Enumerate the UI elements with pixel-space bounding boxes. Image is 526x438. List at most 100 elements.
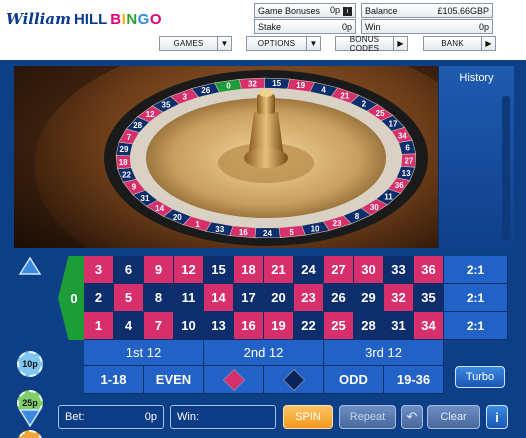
number-20[interactable]: 20 — [264, 284, 294, 312]
wheel-pocket-label: 13 — [402, 169, 411, 178]
bet-value: 0p — [144, 411, 157, 423]
chip-10p[interactable]: 10p — [17, 351, 43, 377]
turbo-button[interactable]: Turbo — [455, 366, 505, 388]
number-16[interactable]: 16 — [234, 312, 264, 340]
number-2[interactable]: 2 — [84, 284, 114, 312]
spindle-hub — [244, 148, 288, 168]
number-36[interactable]: 36 — [414, 256, 444, 284]
number-17[interactable]: 17 — [234, 284, 264, 312]
wheel-pocket-label: 25 — [376, 109, 385, 118]
undo-icon[interactable]: ↶ — [401, 405, 423, 429]
wheel-pocket-label: 26 — [201, 86, 210, 95]
number-29[interactable]: 29 — [354, 284, 384, 312]
chevron-down-icon: ▼ — [217, 37, 231, 50]
william-hill-bingo-logo[interactable]: William HILL BINGO — [6, 10, 162, 34]
wheel-pocket-label: 14 — [155, 204, 164, 213]
number-8[interactable]: 8 — [144, 284, 174, 312]
bonus-codes-button[interactable]: BONUS CODES ▶ — [335, 35, 408, 53]
wheel-pocket-label: 20 — [173, 213, 182, 222]
number-26[interactable]: 26 — [324, 284, 354, 312]
chip-down-arrow-icon[interactable] — [18, 408, 42, 428]
number-24[interactable]: 24 — [294, 256, 324, 284]
roulette-wheel-view: 0 32 15 19 4 21 2 25 17 34 6 27 13 36 11 30 8 23 10 5 24 16 33… — [14, 66, 438, 248]
chip-up-arrow-icon[interactable] — [18, 256, 42, 276]
options-label: OPTIONS — [257, 39, 296, 48]
number-1[interactable]: 1 — [84, 312, 114, 340]
number-33[interactable]: 33 — [384, 256, 414, 284]
win-field-label: Win: — [177, 411, 199, 423]
repeat-button[interactable]: Repeat — [339, 405, 396, 429]
wheel-pocket-label: 11 — [384, 193, 393, 202]
number-31[interactable]: 31 — [384, 312, 414, 340]
wheel-pocket-label: 24 — [263, 229, 272, 238]
column-bet-2[interactable]: 2:1 — [444, 284, 508, 312]
high-19-36-bet[interactable]: 19-36 — [384, 366, 444, 394]
game-bonuses-value: 0p — [329, 5, 340, 15]
wheel-pocket-label: 32 — [248, 79, 257, 88]
history-scrollbar[interactable] — [502, 96, 510, 240]
bank-button[interactable]: BANK ▶ — [423, 36, 496, 51]
wheel-pocket-label: 18 — [119, 158, 128, 167]
number-34[interactable]: 34 — [414, 312, 444, 340]
bank-label: BANK — [441, 39, 464, 48]
number-4[interactable]: 4 — [114, 312, 144, 340]
balance-value: £105.66GBP — [437, 5, 489, 16]
number-25[interactable]: 25 — [324, 312, 354, 340]
wheel-pocket-label: 4 — [321, 85, 326, 94]
wheel-pocket-label: 1 — [195, 220, 200, 229]
even-bet[interactable]: EVEN — [144, 366, 204, 394]
wheel-pocket-label: 8 — [355, 212, 360, 221]
wheel-pocket-label: 23 — [333, 219, 342, 228]
odd-bet[interactable]: ODD — [324, 366, 384, 394]
number-3[interactable]: 3 — [84, 256, 114, 284]
number-9[interactable]: 9 — [144, 256, 174, 284]
roulette-game-area: 0 32 15 19 4 21 2 25 17 34 6 27 13 36 11 30 8 23 10 5 24 16 33… — [0, 60, 526, 438]
number-32[interactable]: 32 — [384, 284, 414, 312]
dozen-bet-3[interactable]: 3rd 12 — [324, 340, 444, 366]
wheel-pocket-label: 30 — [370, 203, 379, 212]
roulette-wheel-svg: 0 32 15 19 421225173462713361130823105241633… — [34, 66, 438, 248]
info-icon[interactable]: i — [343, 7, 352, 16]
number-27[interactable]: 27 — [324, 256, 354, 284]
number-35[interactable]: 35 — [414, 284, 444, 312]
column-bet-1[interactable]: 2:1 — [444, 256, 508, 284]
number-23[interactable]: 23 — [294, 284, 324, 312]
low-1-18-bet[interactable]: 1-18 — [84, 366, 144, 394]
number-28[interactable]: 28 — [354, 312, 384, 340]
chip-50p[interactable]: 50p — [17, 430, 43, 438]
number-14[interactable]: 14 — [204, 284, 234, 312]
column-bet-3[interactable]: 2:1 — [444, 312, 508, 340]
black-bet[interactable] — [264, 366, 324, 394]
number-13[interactable]: 13 — [204, 312, 234, 340]
number-19[interactable]: 19 — [264, 312, 294, 340]
number-18[interactable]: 18 — [234, 256, 264, 284]
dozen-bet-2[interactable]: 2nd 12 — [204, 340, 324, 366]
wheel-pocket-label: 10 — [311, 224, 320, 233]
wheel-pocket-label: 21 — [340, 91, 349, 100]
spin-button[interactable]: SPIN — [283, 405, 333, 429]
wheel-pocket-label: 31 — [141, 194, 150, 203]
number-10[interactable]: 10 — [174, 312, 204, 340]
dozen-bet-1[interactable]: 1st 12 — [84, 340, 204, 366]
number-6[interactable]: 6 — [114, 256, 144, 284]
number-12[interactable]: 12 — [174, 256, 204, 284]
clear-button[interactable]: Clear — [427, 405, 480, 429]
wheel-pocket-label: 34 — [398, 131, 407, 140]
options-menu-button[interactable]: OPTIONS ▼ — [246, 36, 321, 51]
number-11[interactable]: 11 — [174, 284, 204, 312]
number-15[interactable]: 15 — [204, 256, 234, 284]
win-label: Win — [365, 21, 381, 32]
number-21[interactable]: 21 — [264, 256, 294, 284]
number-7[interactable]: 7 — [144, 312, 174, 340]
wheel-pocket-label: 3 — [182, 92, 187, 101]
games-menu-button[interactable]: GAMES ▼ — [159, 36, 232, 51]
number-0[interactable]: 0 — [58, 256, 84, 340]
number-5[interactable]: 5 — [114, 284, 144, 312]
number-30[interactable]: 30 — [354, 256, 384, 284]
number-22[interactable]: 22 — [294, 312, 324, 340]
wheel-pocket-label: 29 — [120, 145, 129, 154]
info-button[interactable]: i — [486, 405, 508, 429]
red-bet[interactable] — [204, 366, 264, 394]
wheel-pocket-label: 19 — [296, 81, 305, 90]
header-bar: William HILL BINGO Game Bonuses 0p i Stak… — [0, 0, 526, 60]
